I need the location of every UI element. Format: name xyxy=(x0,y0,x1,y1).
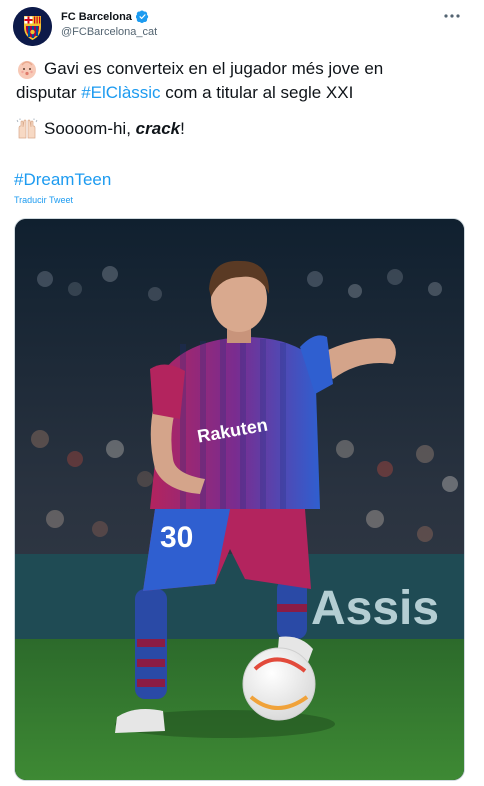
raising-hands-icon xyxy=(16,118,38,139)
tweet-line-1-text: Gavi es converteix en el jugador més jov… xyxy=(44,59,384,78)
more-options-icon xyxy=(444,14,460,18)
tweet-line-2: disputar #ElClàssic com a titular al seg… xyxy=(16,81,456,105)
hashtag-elclassic-link[interactable]: #ElClàssic xyxy=(81,81,160,105)
tweet: FC Barcelona @FCBarcelona_cat Gavi es co… xyxy=(0,0,484,786)
tweet-line-2-text-a: disputar xyxy=(16,83,82,102)
display-name[interactable]: FC Barcelona xyxy=(61,10,157,23)
tweet-text: Gavi es converteix en el jugador més jov… xyxy=(16,57,456,141)
tweet-line-3-text-a: Soooom-hi, xyxy=(44,119,136,138)
shirt-number: 30 xyxy=(160,521,193,554)
tweet-line-3-text-b: ! xyxy=(180,119,185,138)
verified-badge-icon xyxy=(135,10,149,23)
baby-face-icon xyxy=(18,61,36,79)
translate-tweet-link[interactable]: Traducir Tweet xyxy=(14,195,73,205)
more-options-button[interactable] xyxy=(440,6,464,26)
handle[interactable]: @FCBarcelona_cat xyxy=(61,26,157,38)
display-name-text[interactable]: FC Barcelona xyxy=(61,11,132,23)
football-player-photo: Assis 30 Rakuten xyxy=(15,219,464,780)
avatar[interactable] xyxy=(13,7,52,46)
tweet-line-1: Gavi es converteix en el jugador més jov… xyxy=(16,57,456,81)
hashtag-dreamteen-link[interactable]: #DreamTeen xyxy=(14,170,111,190)
account-names: FC Barcelona @FCBarcelona_cat xyxy=(61,10,157,39)
tweet-line-2-text-b: com a titular al segle XXI xyxy=(160,83,354,102)
board-text: Assis xyxy=(311,582,439,635)
tweet-media-photo[interactable]: Assis 30 Rakuten xyxy=(14,218,465,781)
fcb-crest-icon xyxy=(13,7,52,46)
tweet-line-3: Soooom-hi, crack ! xyxy=(16,117,456,141)
tweet-line-3-bold: crack xyxy=(135,119,181,138)
